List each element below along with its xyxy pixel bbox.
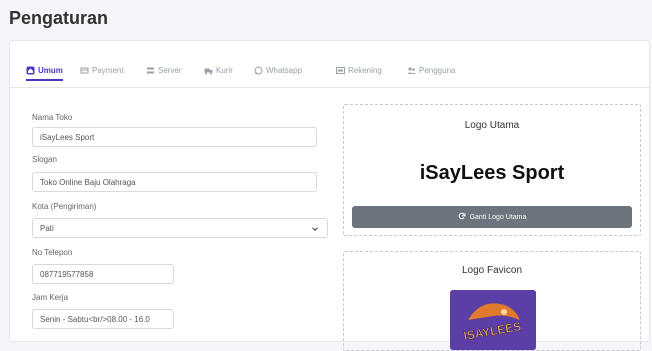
users-icon: [407, 66, 416, 75]
city-select[interactable]: Pati: [32, 218, 328, 238]
main-logo-panel: Logo Utama iSayLees Sport Ganti Logo Uta…: [343, 104, 641, 236]
tab-payment-label: Payment: [92, 65, 124, 75]
favicon-panel: Logo Favicon ISAYLEES: [343, 251, 641, 351]
tab-server[interactable]: Server: [146, 63, 182, 77]
phone-label: No Telepon: [32, 248, 73, 257]
change-main-logo-button[interactable]: Ganti Logo Utama: [352, 206, 632, 228]
store-name-label: Nama Toko: [32, 113, 73, 122]
home-icon: [26, 66, 35, 75]
favicon-title: Logo Favicon: [461, 265, 523, 276]
refresh-icon: [458, 212, 466, 222]
truck-icon: [204, 66, 213, 75]
page-title: Pengaturan: [9, 8, 109, 28]
favicon-image: ISAYLEES: [450, 290, 536, 350]
main-logo-text: iSayLees Sport: [419, 162, 565, 184]
bank-icon: [336, 66, 345, 75]
tab-whatsapp-label: Whatsapp: [266, 65, 303, 75]
tab-rekening[interactable]: Rekening: [336, 63, 382, 77]
chevron-down-icon: [311, 225, 319, 233]
tab-kurir[interactable]: Kurir: [204, 63, 233, 77]
tab-umum[interactable]: Umum: [26, 63, 63, 81]
tab-payment[interactable]: Payment: [80, 63, 124, 77]
slogan-input[interactable]: Toko Online Baju Olahraga: [32, 172, 317, 192]
whatsapp-icon: [254, 66, 263, 75]
slogan-label: Slogan: [32, 155, 57, 164]
phone-input[interactable]: 087719577858: [32, 264, 174, 284]
tab-rekening-label: Rekening: [348, 65, 382, 75]
tab-kurir-label: Kurir: [216, 65, 233, 75]
settings-tabs: Umum Payment Server Kurir Whatsapp Reken…: [10, 41, 649, 88]
tab-pengguna-label: Pengguna: [419, 65, 456, 75]
city-select-value: Pati: [40, 223, 54, 233]
tab-whatsapp[interactable]: Whatsapp: [254, 63, 302, 77]
tab-umum-label: Umum: [38, 65, 63, 75]
settings-card: Umum Payment Server Kurir Whatsapp Reken…: [9, 40, 650, 351]
main-logo-title: Logo Utama: [464, 120, 520, 131]
city-label: Kota (Pengiriman): [32, 202, 97, 211]
tab-server-label: Server: [158, 65, 182, 75]
tab-pengguna[interactable]: Pengguna: [407, 63, 455, 77]
server-icon: [146, 66, 155, 75]
hours-input[interactable]: Senin - Sabtu<br/>08.00 - 16.0: [32, 309, 174, 329]
change-main-logo-label: Ganti Logo Utama: [469, 213, 527, 221]
store-name-input[interactable]: iSayLees Sport: [32, 127, 317, 147]
hours-label: Jam Kerja: [32, 293, 69, 302]
payment-icon: [80, 66, 89, 75]
